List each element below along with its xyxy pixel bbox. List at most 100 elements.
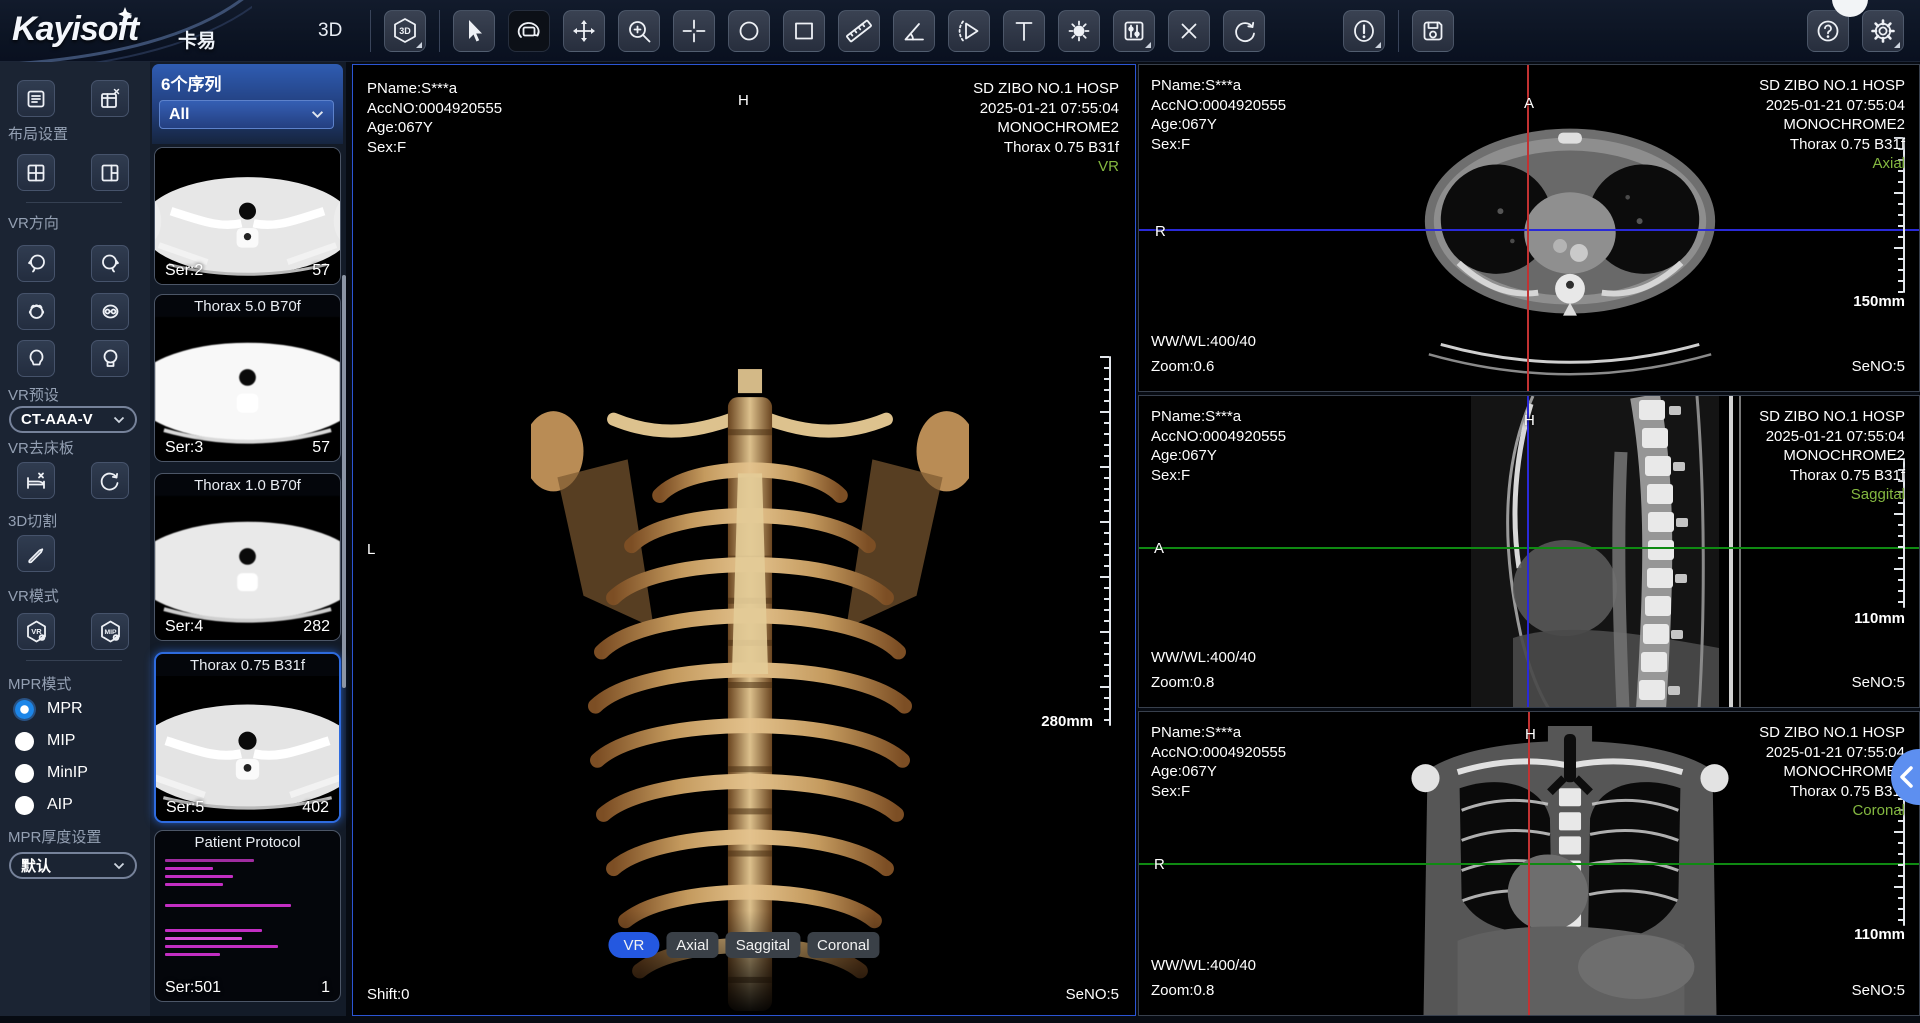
- ellipse-roi-button[interactable]: [728, 10, 770, 52]
- text-tool-icon: [1009, 16, 1039, 46]
- crosshair-vertical-red[interactable]: [1528, 712, 1530, 1015]
- window-level-presets-button[interactable]: [1113, 10, 1155, 52]
- vr-orientation-left-button[interactable]: [17, 245, 55, 282]
- study-datetime: 2025-01-21 07:55:04: [1759, 96, 1905, 116]
- undo-reset-icon: [98, 469, 122, 493]
- mip-hexagon-mode-button[interactable]: MIP: [91, 613, 129, 650]
- orientation-label: VR: [973, 157, 1119, 177]
- radio-unchecked-icon: [15, 796, 34, 815]
- crosshair-locate-button[interactable]: [673, 10, 715, 52]
- radio-label: MinIP: [47, 764, 88, 782]
- series-description: Thorax 0.75 B31f: [973, 138, 1119, 158]
- view-button-coronal[interactable]: Coronal: [807, 932, 880, 958]
- series-thumbnail[interactable]: Ser:2 57: [154, 147, 341, 285]
- vr-orientation-feet-button[interactable]: [91, 293, 129, 330]
- orientation-marker-left: R: [1155, 223, 1166, 240]
- vr-hexagon-mode-button[interactable]: VR: [17, 613, 55, 650]
- patient-age: Age:067Y: [1151, 115, 1286, 135]
- patient-name: PName:S***a: [1151, 407, 1286, 427]
- protocol-text-preview: [165, 859, 326, 961]
- patient-name: PName:S***a: [1151, 76, 1286, 96]
- layout-list-button[interactable]: [17, 80, 55, 117]
- delete-annotations-button[interactable]: [1168, 10, 1210, 52]
- study-datetime: 2025-01-21 07:55:04: [973, 99, 1119, 119]
- hospital-name: SD ZIBO NO.1 HOSP: [1759, 407, 1905, 427]
- crosshair-vertical-blue[interactable]: [1527, 396, 1529, 707]
- pan-button[interactable]: [563, 10, 605, 52]
- orientation-label: Axial: [1759, 154, 1905, 174]
- mpr-mode-option-mpr[interactable]: MPR: [15, 699, 83, 719]
- series-thumbnail-selected[interactable]: Thorax 0.75 B31f Ser:5 402: [154, 652, 341, 823]
- vr-orientation-right-button[interactable]: [91, 245, 129, 282]
- reset-view-button[interactable]: [1223, 10, 1265, 52]
- orientation-marker-top: A: [1524, 95, 1534, 112]
- rotate-3d-icon: [514, 16, 544, 46]
- series-filter-select[interactable]: All: [159, 100, 334, 129]
- series-number: Ser:501: [165, 979, 221, 997]
- rotate-3d-button[interactable]: [508, 10, 550, 52]
- vr-orientation-front-button[interactable]: [17, 340, 55, 377]
- crosshair-horizontal-green[interactable]: [1139, 547, 1919, 549]
- patient-sex: Sex:F: [367, 138, 502, 158]
- layout-close-panel-button[interactable]: [91, 80, 129, 117]
- series-number-overlay: SeNO:5: [1852, 981, 1905, 1001]
- vr-bed-removal-label: VR去床板: [8, 437, 74, 458]
- viewport-sagittal[interactable]: PName:S***a AccNO:0004920555 Age:067Y Se…: [1138, 395, 1920, 708]
- window-level-overlay: WW/WL:400/40: [1151, 648, 1256, 668]
- series-thumbnail-protocol[interactable]: Patient Protocol Ser:501 1: [154, 830, 341, 1002]
- radio-checked-icon: [15, 700, 34, 719]
- layout-main-right-button[interactable]: [91, 154, 129, 191]
- series-number: Ser:5: [166, 799, 204, 817]
- viewport-vr[interactable]: PName:S***a AccNO:0004920555 Age:067Y Se…: [352, 64, 1136, 1016]
- crosshair-horizontal-blue[interactable]: [1139, 229, 1919, 231]
- scalpel-cut-button[interactable]: [17, 535, 55, 572]
- vr-orientation-back-button[interactable]: [91, 340, 129, 377]
- brightness-window-button[interactable]: [1058, 10, 1100, 52]
- series-thumbnail[interactable]: Thorax 1.0 B70f Ser:4 282: [154, 473, 341, 641]
- viewport-coronal[interactable]: PName:S***a AccNO:0004920555 Age:067Y Se…: [1138, 711, 1920, 1016]
- thumbnail-footer: Ser:5 402: [166, 799, 329, 817]
- zoom-in-button[interactable]: [618, 10, 660, 52]
- cursor-select-button[interactable]: [453, 10, 495, 52]
- viewport-axial[interactable]: PName:S***a AccNO:0004920555 Age:067Y Se…: [1138, 64, 1920, 392]
- series-number-overlay: SeNO:5: [1852, 357, 1905, 377]
- mpr-mode-option-minip[interactable]: MinIP: [15, 763, 88, 783]
- rectangle-roi-button[interactable]: [783, 10, 825, 52]
- toolbar-separator: [439, 10, 440, 52]
- view-button-vr[interactable]: VR: [608, 932, 659, 958]
- vr-preset-select[interactable]: CT-AAA-V: [9, 406, 137, 433]
- series-thumbnail[interactable]: Thorax 5.0 B70f Ser:3 57: [154, 294, 341, 462]
- vr-orientation-head-button[interactable]: [17, 293, 55, 330]
- mpr-thickness-select[interactable]: 默认: [9, 852, 137, 879]
- thumbnail-footer: Ser:3 57: [165, 439, 330, 457]
- app-logo: Kayisoft 卡易: [0, 0, 252, 62]
- thumbnail-footer: Ser:501 1: [165, 979, 330, 997]
- mpr-mode-option-mip[interactable]: MIP: [15, 731, 75, 751]
- hospital-name: SD ZIBO NO.1 HOSP: [1759, 76, 1905, 96]
- restore-bed-button[interactable]: [91, 462, 129, 499]
- image-count: 57: [312, 262, 330, 280]
- save-image-button[interactable]: [1412, 10, 1454, 52]
- text-annotation-button[interactable]: [1003, 10, 1045, 52]
- head-back-icon: [99, 347, 122, 370]
- patient-name: PName:S***a: [367, 79, 502, 99]
- chevron-down-icon: [113, 862, 125, 870]
- cobb-angle-button[interactable]: [948, 10, 990, 52]
- mpr-mode-option-aip[interactable]: AIP: [15, 795, 73, 815]
- series-scrollbar[interactable]: [342, 275, 346, 688]
- crosshair-vertical-red[interactable]: [1527, 65, 1529, 391]
- series-title: Thorax 5.0 B70f: [155, 295, 340, 317]
- layout-grid-2x2-button[interactable]: [17, 154, 55, 191]
- patient-info-overlay: PName:S***a AccNO:0004920555 Age:067Y Se…: [1151, 76, 1286, 154]
- coronal-ct-image: [1399, 726, 1741, 1016]
- top-toolbar: Kayisoft 卡易 3D 3D: [0, 0, 1920, 62]
- image-info-button[interactable]: [1343, 10, 1385, 52]
- view-button-saggital[interactable]: Saggital: [726, 932, 800, 958]
- window-level-icon: [1119, 16, 1149, 46]
- view-3d-cube-button[interactable]: 3D: [384, 10, 426, 52]
- ruler-measure-button[interactable]: [838, 10, 880, 52]
- remove-bed-button[interactable]: [17, 462, 55, 499]
- view-button-axial[interactable]: Axial: [666, 932, 719, 958]
- angle-measure-button[interactable]: [893, 10, 935, 52]
- settings-button[interactable]: [1862, 10, 1904, 52]
